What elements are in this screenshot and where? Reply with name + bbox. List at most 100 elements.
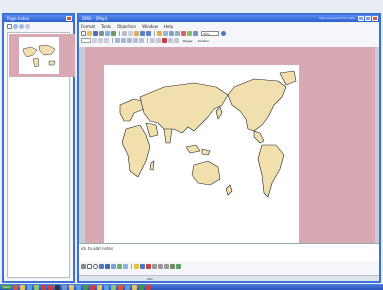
taskbar-app-icon[interactable] [104, 284, 110, 290]
font-color-icon[interactable] [146, 264, 151, 269]
page-icon[interactable] [7, 24, 12, 29]
search-icon[interactable] [25, 24, 30, 29]
taskbar-app-icon[interactable] [90, 284, 96, 290]
page-thumbnail[interactable] [9, 34, 75, 77]
dash-style-icon[interactable] [158, 264, 163, 269]
select-arrow-icon[interactable] [81, 264, 86, 269]
taskbar-app-icon[interactable] [13, 284, 19, 290]
grid-icon[interactable] [175, 31, 180, 36]
undo-icon[interactable] [140, 31, 145, 36]
copy-icon[interactable] [128, 31, 133, 36]
font-box[interactable] [81, 38, 91, 43]
taskbar-app-icon[interactable] [41, 284, 47, 290]
clipart-icon[interactable] [117, 264, 122, 269]
spelling-icon[interactable] [111, 31, 116, 36]
taskbar-app-icon[interactable] [69, 284, 75, 290]
bigger-button[interactable]: Bigger [183, 39, 193, 43]
slide-page[interactable] [104, 65, 299, 245]
zoom-value: 45% [203, 32, 210, 36]
taskbar-app-icon[interactable] [55, 284, 61, 290]
oval-icon[interactable] [93, 264, 98, 269]
taskbar-app-icon[interactable] [48, 284, 54, 290]
page-index-title-bar: Page Index [4, 15, 73, 22]
save-icon[interactable] [93, 31, 98, 36]
maximize-button[interactable] [365, 16, 371, 21]
list-icon[interactable] [133, 38, 138, 43]
start-button[interactable]: Start [1, 285, 13, 289]
wordart-icon[interactable] [105, 264, 110, 269]
main-window-title-bar: DMO - [Map] Type a question for help [79, 15, 379, 22]
taskbar: Start [0, 284, 383, 290]
cut-icon[interactable] [122, 31, 127, 36]
text-icon[interactable] [174, 38, 179, 43]
page-index-close-button[interactable] [66, 16, 72, 21]
world-map [119, 70, 297, 198]
taskbar-app-icon[interactable] [97, 284, 103, 290]
expand-icon[interactable] [187, 31, 192, 36]
taskbar-app-icon[interactable] [139, 284, 145, 290]
taskbar-app-icon[interactable] [125, 284, 131, 290]
taskbar-app-icon[interactable] [83, 284, 89, 290]
menu-bar: Format Tools Objection Window Help [81, 23, 377, 30]
toolbar-separator [131, 264, 132, 269]
bold-icon[interactable] [92, 38, 97, 43]
italic-icon[interactable] [98, 38, 103, 43]
indent-icon[interactable] [139, 38, 144, 43]
zoom-combo[interactable]: 45% [201, 31, 219, 36]
picture-icon[interactable] [169, 31, 174, 36]
menu-tools[interactable]: Tools [101, 24, 111, 29]
zoom-in-icon[interactable] [13, 24, 18, 29]
diagram-icon[interactable] [111, 264, 116, 269]
taskbar-app-icon[interactable] [132, 284, 138, 290]
font-size-down-icon[interactable] [156, 38, 161, 43]
preview-icon[interactable] [105, 31, 110, 36]
arrow-style-icon[interactable] [164, 264, 169, 269]
taskbar-app-icon[interactable] [118, 284, 124, 290]
menu-format[interactable]: Format [81, 24, 95, 29]
rectangle-icon[interactable] [87, 264, 92, 269]
fill-color-icon[interactable] [134, 264, 139, 269]
taskbar-app-icon[interactable] [76, 284, 82, 290]
3d-icon[interactable] [176, 264, 181, 269]
font-color-icon[interactable] [162, 38, 167, 43]
open-icon[interactable] [87, 31, 92, 36]
line-color-icon[interactable] [140, 264, 145, 269]
align-left-icon[interactable] [115, 38, 120, 43]
menu-help[interactable]: Help [164, 24, 173, 29]
taskbar-app-icon[interactable] [111, 284, 117, 290]
shadow-icon[interactable] [170, 264, 175, 269]
print-icon[interactable] [99, 31, 104, 36]
font-size-up-icon[interactable] [150, 38, 155, 43]
new-icon[interactable] [81, 31, 86, 36]
taskbar-app-icon[interactable] [20, 284, 26, 290]
minimize-button[interactable] [358, 16, 364, 21]
smaller-button[interactable]: Smaller [198, 39, 209, 43]
textbox-icon[interactable] [99, 264, 104, 269]
line-style-icon[interactable] [152, 264, 157, 269]
menu-window[interactable]: Window [142, 24, 158, 29]
zoom-out-icon[interactable] [19, 24, 24, 29]
help-search-hint[interactable]: Type a question for help [319, 15, 355, 22]
chart-icon[interactable] [157, 31, 162, 36]
underline-icon[interactable] [104, 38, 109, 43]
vertical-scrollbar[interactable] [375, 47, 379, 243]
image-icon[interactable] [123, 264, 128, 269]
taskbar-app-icon[interactable] [34, 284, 40, 290]
thumbnail-page [19, 37, 59, 74]
zoom-icon[interactable] [193, 31, 198, 36]
table-icon[interactable] [163, 31, 168, 36]
paste-icon[interactable] [134, 31, 139, 36]
menu-objection[interactable]: Objection [117, 24, 136, 29]
help-icon[interactable] [221, 31, 226, 36]
color-icon[interactable] [181, 31, 186, 36]
page-index-list [7, 32, 75, 278]
taskbar-app-icon[interactable] [62, 284, 68, 290]
close-button[interactable] [372, 16, 378, 21]
align-right-icon[interactable] [127, 38, 132, 43]
effects-icon[interactable] [168, 38, 173, 43]
taskbar-app-icon[interactable] [27, 284, 33, 290]
align-center-icon[interactable] [121, 38, 126, 43]
taskbar-app-icon[interactable] [146, 284, 152, 290]
redo-icon[interactable] [146, 31, 151, 36]
notes-pane[interactable]: ick to add notes [79, 243, 379, 261]
